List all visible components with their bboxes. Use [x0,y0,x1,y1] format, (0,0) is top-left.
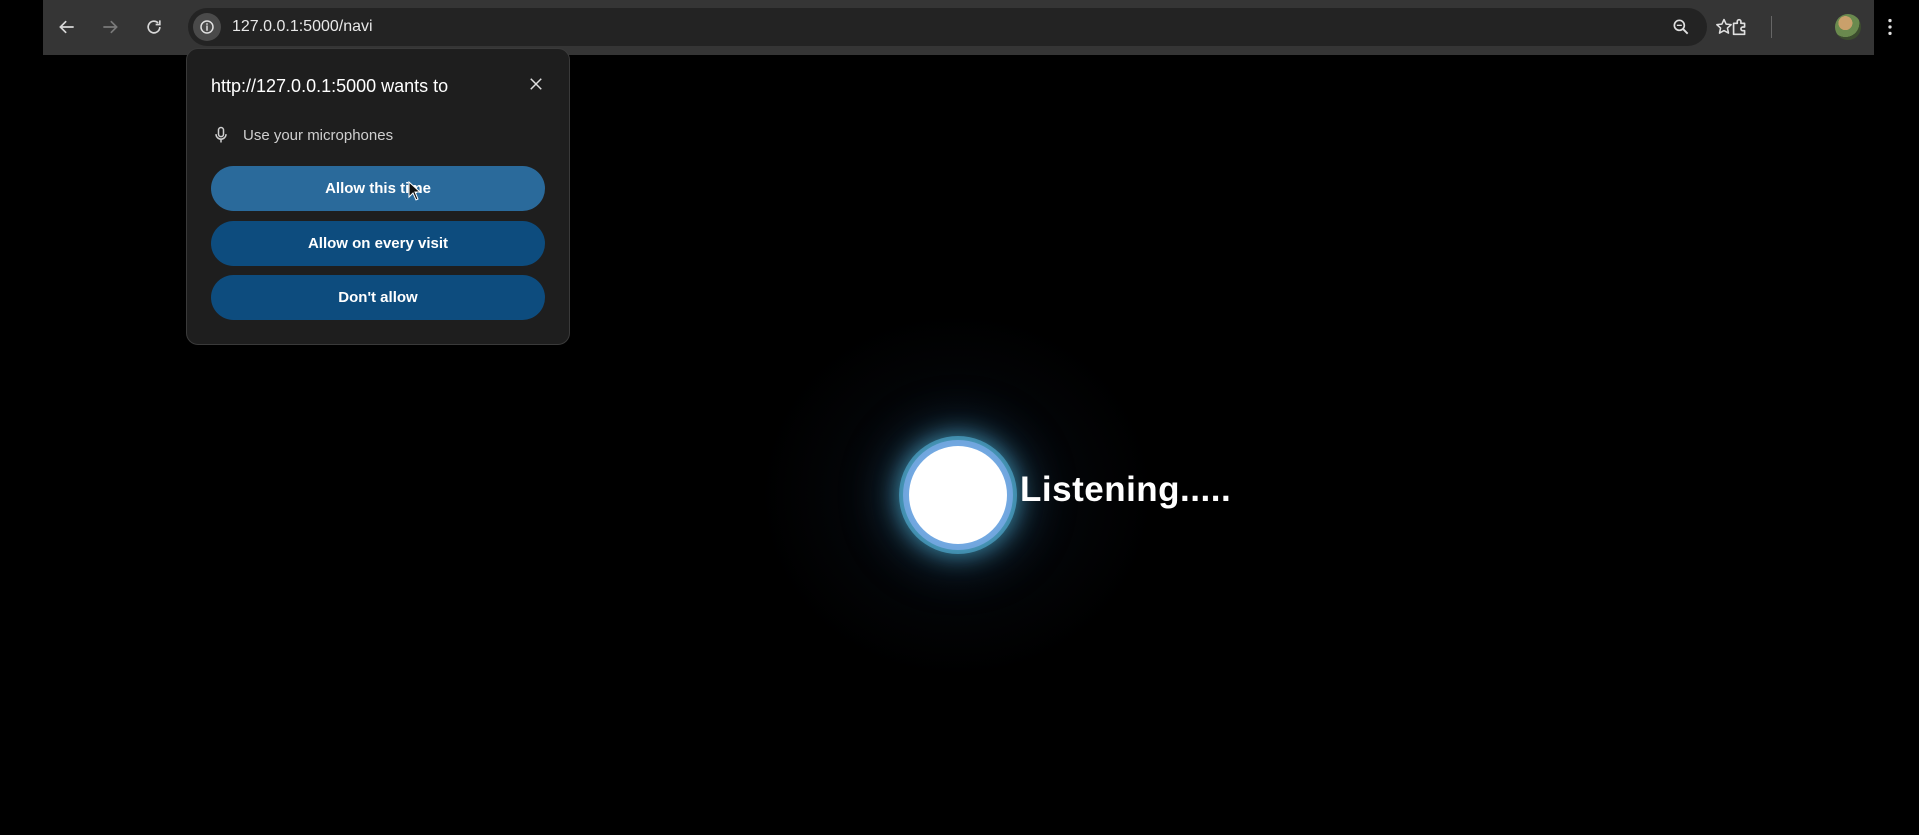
browser-menu-button[interactable] [1877,14,1903,40]
listening-status: Listening..... [1020,470,1232,509]
allow-this-time-button[interactable]: Allow this time [211,166,545,211]
browser-toolbar: 127.0.0.1:5000/navi [43,0,1892,55]
close-icon [530,78,542,90]
arrow-right-icon [103,20,118,34]
reload-button[interactable] [137,10,171,44]
address-bar[interactable]: 127.0.0.1:5000/navi [188,8,1732,46]
back-button[interactable] [50,10,84,44]
site-info-button[interactable] [188,8,226,46]
microphone-icon [215,126,227,143]
toolbar-divider [1771,16,1772,38]
mouse-cursor-icon [408,181,422,201]
extensions-button[interactable] [1727,14,1753,40]
avatar[interactable] [1835,14,1861,40]
permission-request-label: Use your microphones [243,126,394,144]
puzzle-icon [1732,18,1746,36]
permission-dialog: http://127.0.0.1:5000 wants to Use your … [186,48,570,345]
forward-button[interactable] [93,10,127,44]
info-icon [200,20,214,34]
dont-allow-button[interactable]: Don't allow [211,275,545,320]
allow-every-visit-button[interactable]: Allow on every visit [211,221,545,266]
url-text[interactable]: 127.0.0.1:5000/navi [232,8,373,46]
arrow-left-icon [59,20,74,34]
listening-orb [909,446,1007,544]
permission-dialog-title: http://127.0.0.1:5000 wants to [211,76,449,96]
magnifier-icon[interactable] [1671,17,1691,37]
kebab-menu-icon [1888,18,1892,36]
permission-request-row: Use your microphones [211,123,393,147]
close-button[interactable] [525,73,547,95]
reload-icon [147,20,161,34]
